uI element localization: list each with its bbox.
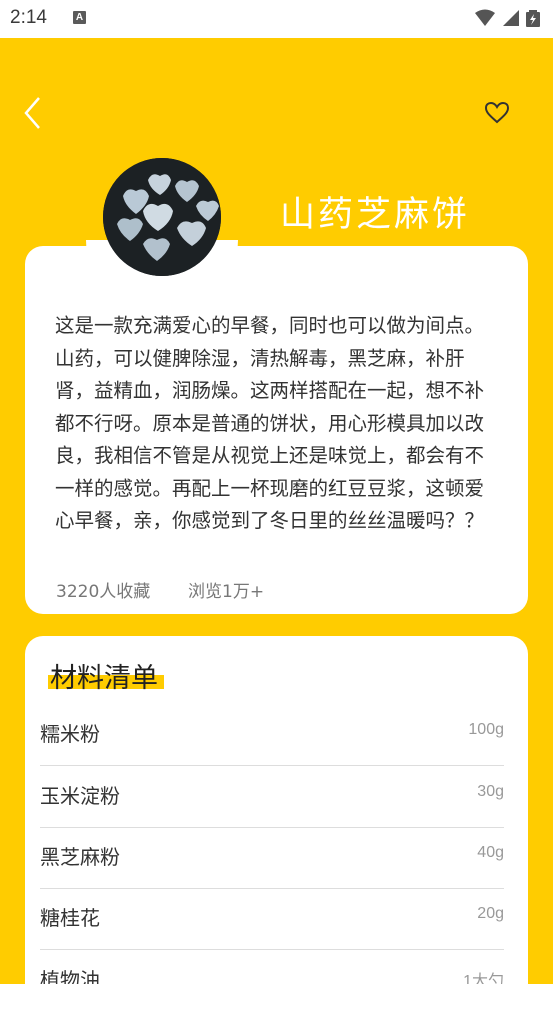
ingredient-name: 糯米粉 bbox=[40, 722, 100, 746]
ingredient-row: 玉米淀粉 30g bbox=[40, 765, 504, 828]
recipe-title: 山药芝麻饼 bbox=[280, 195, 471, 235]
favorites-count: 3220人收藏 bbox=[56, 582, 151, 602]
ingredient-row: 黑芝麻粉 40g bbox=[40, 826, 504, 889]
back-arrow-icon[interactable] bbox=[20, 94, 46, 132]
ingredient-row: 植物油 1大勺 bbox=[40, 949, 504, 984]
status-icons bbox=[475, 9, 540, 27]
notification-icon: A bbox=[73, 11, 86, 24]
ingredient-name: 黑芝麻粉 bbox=[40, 845, 120, 869]
wifi-icon bbox=[475, 9, 495, 26]
ingredients-title: 材料清单 bbox=[50, 663, 158, 694]
signal-icon bbox=[503, 10, 519, 26]
recipe-photo-image bbox=[103, 158, 221, 276]
ingredient-name: 玉米淀粉 bbox=[40, 784, 120, 808]
ingredient-name: 植物油 bbox=[40, 968, 100, 984]
status-time: 2:14 bbox=[10, 7, 47, 28]
ingredient-name: 糖桂花 bbox=[40, 906, 100, 930]
ingredient-amount: 30g bbox=[477, 783, 504, 800]
ingredient-row: 糯米粉 100g bbox=[40, 703, 504, 766]
ingredient-row: 糖桂花 20g bbox=[40, 887, 504, 950]
ingredient-amount: 1大勺 bbox=[463, 973, 504, 984]
ingredient-amount: 20g bbox=[477, 905, 504, 922]
battery-icon bbox=[526, 10, 540, 27]
views-count: 浏览1万+ bbox=[188, 582, 265, 602]
status-bar: 2:14 A bbox=[0, 0, 553, 38]
recipe-description: 这是一款充满爱心的早餐，同时也可以做为间点。山药，可以健脾除湿，清热解毒，黑芝麻… bbox=[55, 314, 485, 532]
recipe-photo bbox=[103, 158, 221, 276]
ingredient-amount: 100g bbox=[468, 721, 504, 738]
heart-icon[interactable] bbox=[484, 100, 510, 126]
ingredient-amount: 40g bbox=[477, 844, 504, 861]
